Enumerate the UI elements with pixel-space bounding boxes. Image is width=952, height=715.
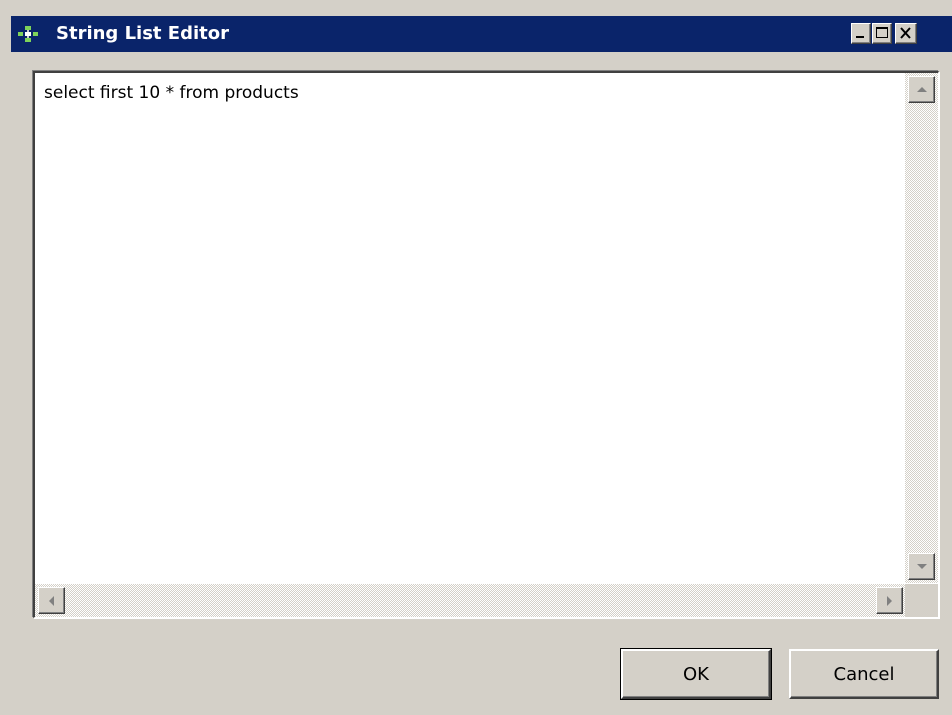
cancel-button[interactable]: Cancel <box>789 649 939 699</box>
close-icon <box>900 27 911 39</box>
app-icon <box>18 26 38 42</box>
scroll-up-button[interactable] <box>908 76 935 103</box>
editor-text[interactable]: select first 10 * from products <box>44 82 299 104</box>
maximize-button[interactable] <box>872 23 892 44</box>
horizontal-scrollbar[interactable] <box>35 584 906 617</box>
arrow-up-icon <box>916 87 927 92</box>
arrow-right-icon <box>887 595 892 606</box>
minimize-icon <box>856 36 864 38</box>
scrollbar-corner <box>905 584 938 617</box>
window-title: String List Editor <box>56 23 230 44</box>
vertical-scrollbar[interactable] <box>905 73 938 583</box>
minimize-button[interactable] <box>851 23 871 44</box>
scroll-right-button[interactable] <box>876 587 903 614</box>
maximize-icon <box>876 27 888 38</box>
close-button[interactable] <box>895 23 917 44</box>
string-list-textarea[interactable]: select first 10 * from products <box>33 71 939 618</box>
scroll-left-button[interactable] <box>38 587 65 614</box>
arrow-down-icon <box>916 564 927 569</box>
title-bar[interactable]: String List Editor <box>11 16 952 52</box>
arrow-left-icon <box>49 595 54 606</box>
string-list-editor-window: String List Editor select first 10 * fro… <box>0 0 952 715</box>
scroll-down-button[interactable] <box>908 553 935 580</box>
ok-button[interactable]: OK <box>620 648 772 700</box>
